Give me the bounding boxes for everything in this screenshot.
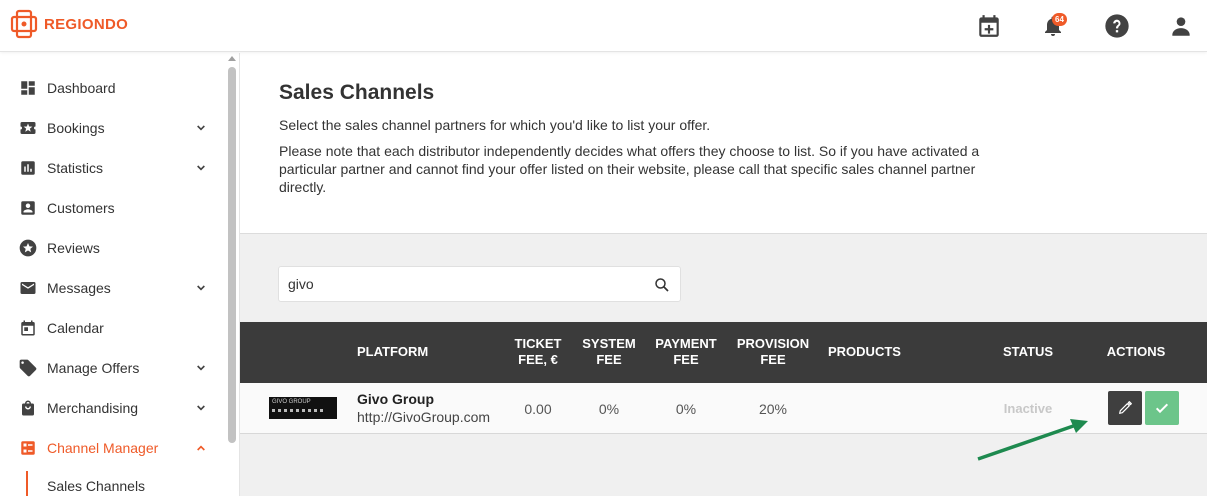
header-ticket-fee: TICKET FEE, € bbox=[508, 336, 568, 368]
chart-icon bbox=[18, 158, 38, 178]
sidebar-item-label: Merchandising bbox=[47, 400, 139, 416]
header-system-fee: SYSTEM FEE bbox=[578, 336, 640, 368]
chevron-down-icon bbox=[197, 165, 205, 171]
ticket-icon bbox=[18, 118, 38, 138]
star-icon bbox=[18, 238, 38, 258]
help-button[interactable] bbox=[1102, 11, 1132, 41]
sidebar-item-label: Customers bbox=[47, 200, 115, 216]
sidebar-item-calendar[interactable]: Calendar bbox=[0, 308, 224, 348]
sidebar-item-reviews[interactable]: Reviews bbox=[0, 228, 224, 268]
tag-icon bbox=[18, 358, 38, 378]
header-products: PRODUCTS bbox=[828, 344, 901, 359]
header-actions: ACTIONS bbox=[1106, 344, 1166, 359]
logo[interactable]: REGIONDO bbox=[10, 8, 128, 40]
header-provision-fee-line2: FEE bbox=[760, 352, 786, 367]
top-bar: REGIONDO 64 bbox=[0, 0, 1207, 52]
search-icon[interactable] bbox=[653, 276, 671, 294]
system-fee-value: 0% bbox=[598, 401, 620, 417]
page-title: Sales Channels bbox=[279, 81, 435, 104]
header-system-fee-line1: SYSTEM bbox=[582, 336, 636, 351]
activate-button[interactable] bbox=[1145, 391, 1179, 425]
sidebar-item-statistics[interactable]: Statistics bbox=[0, 148, 224, 188]
table-header: PLATFORM TICKET FEE, € SYSTEM FEE PAYMEN… bbox=[240, 322, 1207, 383]
chevron-down-icon bbox=[197, 125, 205, 131]
header-payment-fee-line2: FEE bbox=[673, 352, 699, 367]
chevron-down-icon bbox=[197, 405, 205, 411]
channel-icon bbox=[18, 438, 38, 458]
header-provision-fee: PROVISION FEE bbox=[733, 336, 813, 368]
dashboard-icon bbox=[18, 78, 38, 98]
pencil-icon bbox=[1119, 401, 1132, 414]
ticket-fee-value: 0.00 bbox=[524, 401, 552, 417]
search-box bbox=[278, 266, 681, 302]
calendar-add-button[interactable] bbox=[974, 11, 1004, 41]
sidebar-item-label: Bookings bbox=[47, 120, 105, 136]
person-icon bbox=[18, 198, 38, 218]
header-ticket-fee-line1: TICKET bbox=[514, 336, 562, 351]
header-payment-fee-line1: PAYMENT bbox=[655, 336, 717, 351]
page-header: Sales Channels Select the sales channel … bbox=[240, 53, 1207, 234]
page-intro: Select the sales channel partners for wh… bbox=[279, 117, 711, 133]
header-provision-fee-line1: PROVISION bbox=[736, 336, 810, 351]
sidebar-item-label: Channel Manager bbox=[47, 440, 159, 456]
sidebar: Dashboard Bookings Statistics Customers … bbox=[0, 53, 240, 496]
provision-fee-value: 20% bbox=[758, 401, 788, 417]
main-content: Sales Channels Select the sales channel … bbox=[240, 53, 1207, 496]
partner-logo-text: GIVO GROUP bbox=[272, 399, 311, 405]
annotation-arrow-icon bbox=[977, 419, 1088, 461]
bag-icon bbox=[18, 398, 38, 418]
notifications-button[interactable]: 64 bbox=[1038, 11, 1068, 41]
edit-button[interactable] bbox=[1108, 391, 1142, 425]
search-input[interactable] bbox=[279, 267, 639, 301]
notification-badge: 64 bbox=[1052, 13, 1067, 26]
check-icon bbox=[1155, 403, 1169, 414]
sidebar-item-label: Reviews bbox=[47, 240, 100, 256]
sidebar-item-label: Messages bbox=[47, 280, 111, 296]
header-ticket-fee-line2: FEE, € bbox=[518, 352, 558, 367]
sidebar-subitem-label: Sales Channels bbox=[47, 478, 146, 494]
partner-logo-detail bbox=[272, 409, 324, 412]
page-note: Please note that each distributor indepe… bbox=[279, 143, 980, 195]
scrollbar-thumb[interactable] bbox=[228, 67, 236, 443]
help-icon bbox=[1105, 14, 1129, 38]
sidebar-item-merchandising[interactable]: Merchandising bbox=[0, 388, 224, 428]
payment-fee-value: 0% bbox=[675, 401, 697, 417]
partner-name: Givo Group bbox=[357, 391, 434, 407]
sidebar-item-customers[interactable]: Customers bbox=[0, 188, 224, 228]
header-status: STATUS bbox=[1002, 344, 1054, 359]
user-icon bbox=[1172, 17, 1190, 36]
sidebar-item-bookings[interactable]: Bookings bbox=[0, 108, 224, 148]
sidebar-item-channel-manager[interactable]: Channel Manager bbox=[0, 428, 224, 468]
sidebar-item-label: Calendar bbox=[47, 320, 104, 336]
calendar-icon bbox=[18, 318, 38, 338]
partner-logo: GIVO GROUP bbox=[269, 397, 337, 419]
sidebar-item-label: Dashboard bbox=[47, 80, 116, 96]
partner-url[interactable]: http://GivoGroup.com bbox=[357, 409, 490, 425]
brand-name: REGIONDO bbox=[44, 15, 129, 33]
header-system-fee-line2: FEE bbox=[596, 352, 622, 367]
header-platform: PLATFORM bbox=[357, 344, 429, 359]
chevron-down-icon bbox=[197, 285, 205, 291]
chevron-down-icon bbox=[197, 365, 205, 371]
sidebar-item-dashboard[interactable]: Dashboard bbox=[0, 68, 224, 108]
regiondo-logo-icon bbox=[10, 9, 38, 39]
calendar-add-icon bbox=[979, 15, 999, 37]
sidebar-subitem-sales-channels[interactable]: Sales Channels bbox=[26, 471, 224, 496]
sidebar-item-messages[interactable]: Messages bbox=[0, 268, 224, 308]
scroll-up-arrow-icon[interactable] bbox=[228, 56, 236, 61]
sidebar-item-label: Statistics bbox=[47, 160, 104, 176]
mail-icon bbox=[18, 278, 38, 298]
header-payment-fee: PAYMENT FEE bbox=[651, 336, 721, 368]
sidebar-item-label: Manage Offers bbox=[47, 360, 140, 376]
chevron-up-icon bbox=[197, 445, 205, 451]
sidebar-item-manage-offers[interactable]: Manage Offers bbox=[0, 348, 224, 388]
account-button[interactable] bbox=[1166, 11, 1196, 41]
